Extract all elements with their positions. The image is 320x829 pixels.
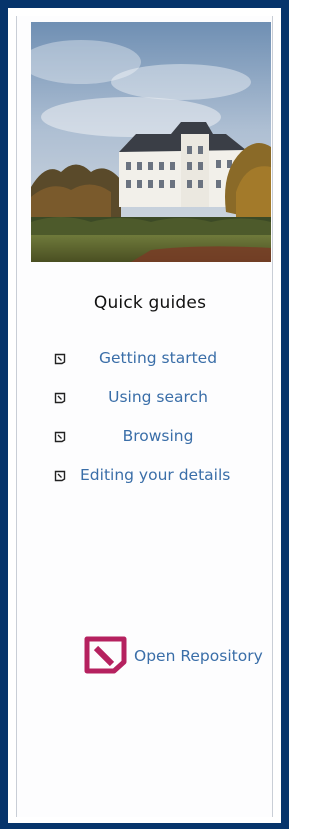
guide-link-icon: [54, 353, 66, 365]
quick-guides-heading: Quick guides: [93, 293, 207, 313]
open-repository-label[interactable]: Open Repository: [134, 647, 263, 665]
guide-link-label[interactable]: Browsing: [67, 427, 249, 445]
guide-link-icon: [54, 392, 66, 404]
guide-link-editing-details[interactable]: Editing your details: [54, 466, 284, 488]
guide-link-label[interactable]: Using search: [67, 388, 249, 406]
guide-link-using-search[interactable]: Using search: [54, 388, 284, 410]
open-repository-logo: [84, 636, 127, 674]
guide-link-getting-started[interactable]: Getting started: [54, 349, 284, 371]
guide-link-icon: [54, 431, 66, 443]
guide-link-label[interactable]: Getting started: [67, 349, 249, 367]
guide-link-browsing[interactable]: Browsing: [54, 427, 284, 449]
campus-photo: [31, 22, 271, 262]
open-repository-link[interactable]: Open Repository: [84, 636, 284, 676]
guide-link-icon: [54, 470, 66, 482]
guide-link-label[interactable]: Editing your details: [80, 466, 284, 484]
